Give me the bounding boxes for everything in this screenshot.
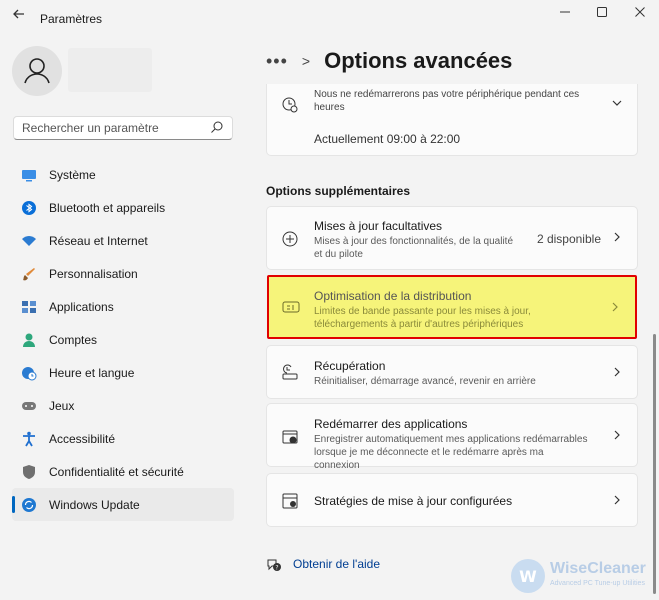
sidebar-item-label: Applications [49, 299, 114, 314]
logo-name: WiseCleaner [550, 560, 646, 577]
option-title: Récupération [314, 359, 386, 373]
sidebar-item-systeme[interactable]: Système [12, 158, 234, 191]
sidebar-item-bluetooth[interactable]: Bluetooth et appareils [12, 191, 234, 224]
sidebar-item-label: Comptes [49, 332, 98, 347]
chevron-right-icon [611, 366, 623, 381]
page-title: Options avancées [324, 48, 513, 73]
breadcrumb: ••• > Options avancées [266, 46, 512, 76]
close-icon[interactable] [624, 3, 656, 23]
wifi-icon [21, 233, 37, 249]
option-title: Redémarrer des applications [314, 417, 468, 431]
sidebar-item-label: Windows Update [49, 497, 140, 512]
app-title: Paramètres [40, 12, 103, 26]
option-title: Stratégies de mise à jour configurées [314, 494, 513, 508]
svg-text:?: ? [275, 565, 278, 572]
sidebar-item-confidentialite[interactable]: Confidentialité et sécurité [12, 455, 234, 488]
option-title: Mises à jour facultatives [314, 219, 443, 233]
search-input[interactable] [14, 117, 204, 139]
user-name-blurred [68, 48, 152, 92]
avatar[interactable] [12, 46, 62, 96]
sidebar-item-label: Jeux [49, 398, 75, 413]
chevron-right-icon [611, 429, 623, 444]
sidebar-item-reseau[interactable]: Réseau et Internet [12, 224, 234, 257]
minimize-icon[interactable] [549, 3, 581, 23]
chevron-down-icon[interactable] [611, 97, 623, 112]
maximize-icon[interactable] [586, 3, 618, 23]
system-icon [21, 167, 37, 183]
shield-icon [21, 464, 37, 480]
sidebar-item-comptes[interactable]: Comptes [12, 323, 234, 356]
logo-tagline: Advanced PC Tune-up Utilities [550, 580, 645, 587]
option-recuperation[interactable]: Récupération Réinitialiser, démarrage av… [266, 345, 638, 399]
sidebar-item-applications[interactable]: Applications [12, 290, 234, 323]
active-hours-current: Actuellement 09:00 à 22:00 [314, 132, 461, 146]
svg-text:W: W [519, 567, 537, 586]
option-subtitle: Enregistrer automatiquement mes applicat… [314, 434, 588, 471]
delivery-optimization-icon [282, 298, 300, 316]
chevron-right-icon [611, 231, 623, 246]
update-icon [21, 497, 37, 513]
sidebar-item-label: Système [49, 167, 96, 182]
option-subtitle: Mises à jour des fonctionnalités, de la … [314, 236, 514, 260]
chevron-right-icon [611, 494, 623, 509]
search-box[interactable] [13, 116, 233, 140]
option-optimisation-distribution[interactable]: Optimisation de la distribution Limites … [267, 275, 637, 339]
option-redemarrer-applications[interactable]: Redémarrer des applications Enregistrer … [266, 403, 638, 471]
clock-gear-icon [281, 96, 299, 114]
option-value: 2 disponible [536, 232, 601, 246]
policy-icon [281, 492, 299, 510]
option-mises-a-jour-facultatives[interactable]: Mises à jour facultatives Mises à jour d… [266, 206, 638, 270]
sidebar-item-heure-langue[interactable]: Heure et langue [12, 356, 234, 389]
sidebar-item-accessibilite[interactable]: Accessibilité [12, 422, 234, 455]
restart-apps-icon [281, 428, 299, 446]
brush-icon [21, 266, 37, 282]
sidebar-item-windows-update[interactable]: Windows Update [12, 488, 234, 521]
active-hours-description: Nous ne redémarrerons pas votre périphér… [314, 89, 580, 113]
accessibility-icon [21, 431, 37, 447]
sidebar-nav: Système Bluetooth et appareils Réseau et… [12, 158, 234, 521]
sidebar-item-label: Accessibilité [49, 431, 116, 446]
section-title: Options supplémentaires [266, 184, 411, 198]
option-title: Optimisation de la distribution [314, 289, 472, 303]
option-strategies-mise-a-jour[interactable]: Stratégies de mise à jour configurées [266, 473, 638, 527]
sidebar-item-label: Confidentialité et sécurité [49, 464, 184, 479]
back-arrow-icon[interactable] [8, 6, 30, 28]
account-icon [21, 332, 37, 348]
recovery-icon [281, 364, 299, 382]
option-subtitle: Limites de bande passante pour les mises… [314, 306, 531, 330]
help-icon[interactable]: ? [266, 556, 282, 572]
help-link[interactable]: Obtenir de l'aide [293, 557, 380, 571]
wisecleaner-logo: W WiseCleaner Advanced PC Tune-up Utilit… [510, 556, 656, 596]
option-subtitle: Réinitialiser, démarrage avancé, revenir… [314, 376, 536, 387]
globe-clock-icon [21, 365, 37, 381]
sidebar-item-personnalisation[interactable]: Personnalisation [12, 257, 234, 290]
sidebar-item-label: Personnalisation [49, 266, 138, 281]
title-bar: Paramètres [0, 0, 659, 40]
sidebar-item-jeux[interactable]: Jeux [12, 389, 234, 422]
sidebar-item-label: Heure et langue [49, 365, 135, 380]
scrollbar[interactable] [653, 334, 656, 594]
sidebar-item-label: Bluetooth et appareils [49, 200, 166, 215]
search-icon[interactable] [210, 120, 224, 134]
active-hours-card[interactable]: Nous ne redémarrerons pas votre périphér… [266, 84, 638, 156]
gamepad-icon [21, 398, 37, 414]
sidebar-item-label: Réseau et Internet [49, 233, 148, 248]
bluetooth-icon [21, 200, 37, 216]
apps-icon [21, 299, 37, 315]
more-icon[interactable]: ••• [266, 51, 288, 72]
plus-circle-icon [281, 230, 299, 248]
chevron-right-icon: > [301, 53, 311, 69]
chevron-right-icon [609, 301, 621, 316]
